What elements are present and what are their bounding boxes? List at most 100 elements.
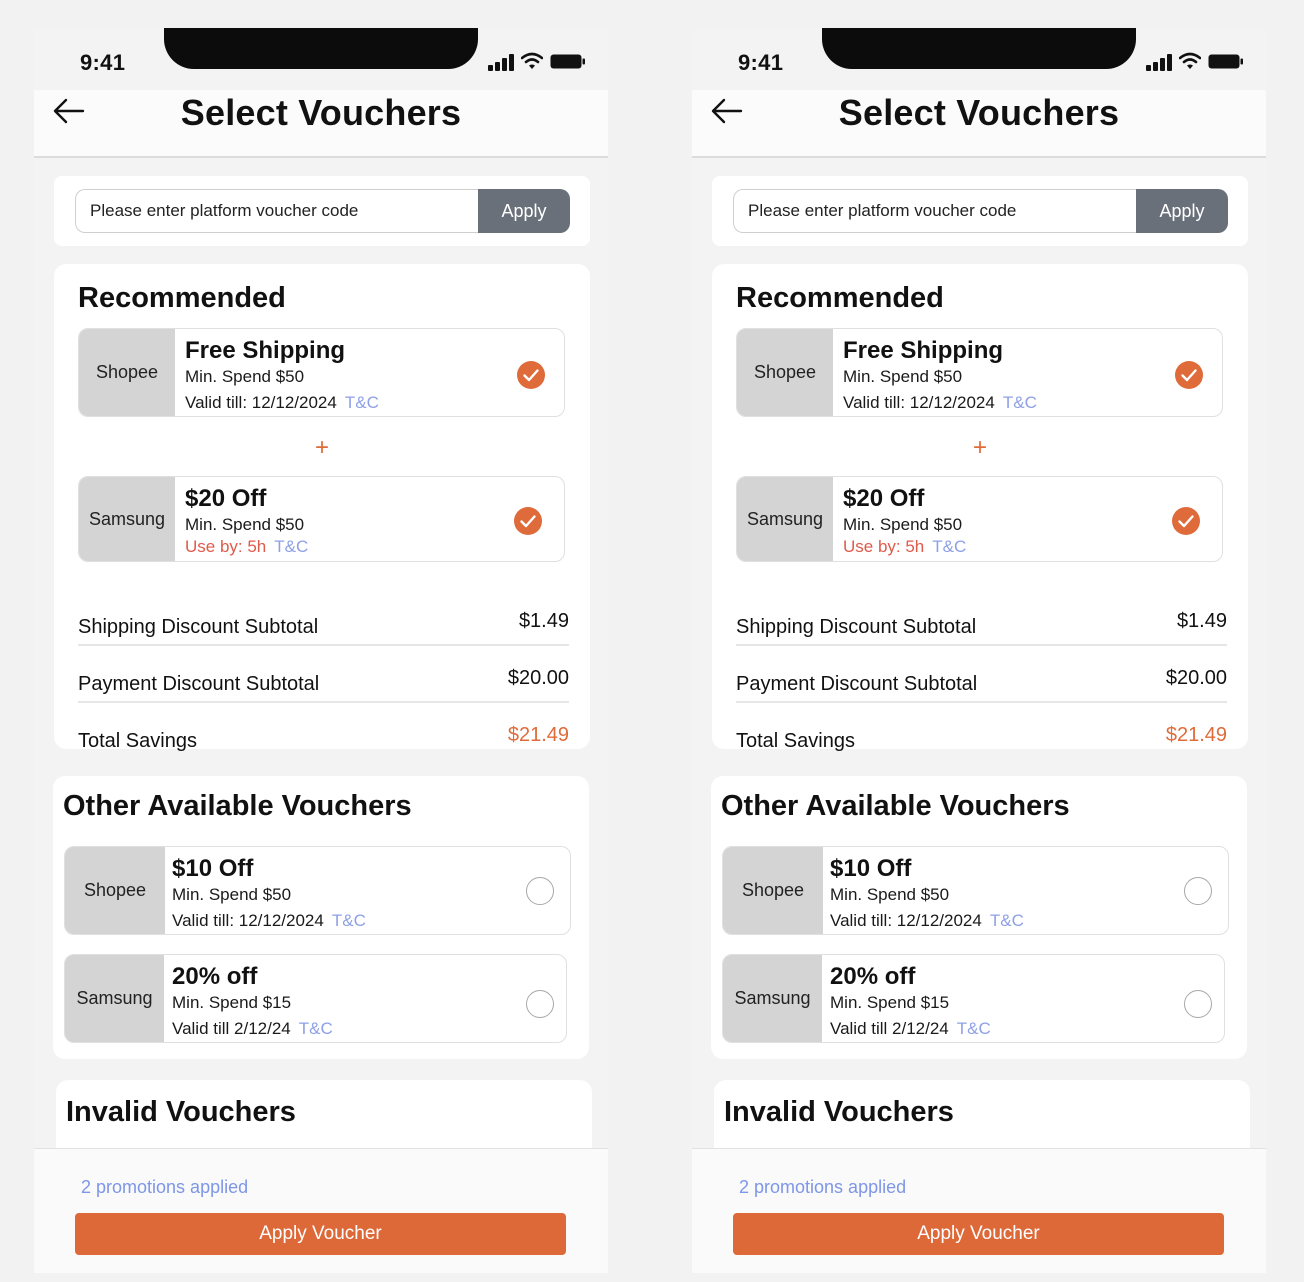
other-vouchers-section: Other Available Vouchers Shopee $10 Off …	[53, 776, 589, 1059]
brand-label: Shopee	[737, 329, 833, 416]
status-time: 9:41	[738, 50, 784, 75]
apply-voucher-button[interactable]: Apply Voucher	[733, 1213, 1224, 1255]
unchecked-radio-icon[interactable]	[1184, 990, 1212, 1018]
voucher-code-input[interactable]	[75, 189, 479, 233]
voucher-card[interactable]: Shopee Free Shipping Min. Spend $50 Vali…	[78, 328, 565, 417]
voucher-card[interactable]: Samsung 20% off Min. Spend $15 Valid til…	[722, 954, 1225, 1043]
voucher-card[interactable]: Samsung $20 Off Min. Spend $50 Use by: 5…	[78, 476, 565, 562]
voucher-title: $10 Off	[830, 855, 912, 882]
voucher-code-card: Apply	[712, 176, 1248, 246]
tc-link[interactable]: T&C	[1003, 393, 1037, 412]
unchecked-radio-icon[interactable]	[526, 877, 554, 905]
checked-icon[interactable]	[517, 361, 545, 389]
unchecked-radio-icon[interactable]	[1184, 877, 1212, 905]
brand-label: Shopee	[79, 329, 175, 416]
other-vouchers-section: Other Available Vouchers Shopee $10 Off …	[711, 776, 1247, 1059]
shipping-subtotal-row: Shipping Discount Subtotal $1.49	[736, 610, 1227, 646]
apply-code-button[interactable]: Apply	[478, 189, 570, 233]
promotions-applied-text: 2 promotions applied	[739, 1177, 907, 1197]
voucher-card[interactable]: Samsung $20 Off Min. Spend $50 Use by: 5…	[736, 476, 1223, 562]
voucher-min-spend: Min. Spend $50	[843, 367, 963, 386]
voucher-code-input[interactable]	[733, 189, 1137, 233]
battery-icon	[550, 54, 585, 69]
checked-icon[interactable]	[1172, 507, 1200, 535]
voucher-card[interactable]: Shopee $10 Off Min. Spend $50 Valid till…	[64, 846, 571, 935]
voucher-min-spend: Min. Spend $15	[172, 993, 292, 1012]
page-title: Select Vouchers	[180, 92, 462, 133]
voucher-title: $10 Off	[172, 855, 254, 882]
summary-value: $20.00	[507, 667, 569, 689]
voucher-min-spend: Min. Spend $15	[830, 993, 950, 1012]
checked-icon[interactable]	[514, 507, 542, 535]
voucher-validity: Valid till: 12/12/2024	[185, 393, 337, 412]
voucher-title: 20% off	[172, 963, 258, 990]
page-header: Select Vouchers	[34, 90, 608, 158]
camera-notch	[822, 28, 1136, 69]
summary-label: Total Savings	[78, 730, 197, 752]
tc-link[interactable]: T&C	[932, 537, 966, 556]
summary-value: $20.00	[1165, 667, 1227, 689]
checked-icon[interactable]	[1175, 361, 1203, 389]
brand-label: Samsung	[65, 955, 164, 1042]
signal-icon	[488, 54, 514, 71]
voucher-validity: Valid till 2/12/24	[830, 1019, 949, 1038]
apply-voucher-button[interactable]: Apply Voucher	[75, 1213, 566, 1255]
brand-label: Shopee	[65, 847, 165, 934]
brand-label: Samsung	[79, 477, 175, 561]
page-title: Select Vouchers	[838, 92, 1120, 133]
plus-separator: +	[314, 434, 329, 461]
tc-link[interactable]: T&C	[345, 393, 379, 412]
summary-value: $1.49	[1176, 610, 1227, 632]
payment-subtotal-row: Payment Discount Subtotal $20.00	[78, 667, 569, 703]
brand-label: Shopee	[723, 847, 823, 934]
voucher-validity: Valid till: 12/12/2024	[830, 911, 982, 930]
voucher-min-spend: Min. Spend $50	[830, 885, 950, 904]
voucher-validity-line: Valid till: 12/12/2024 T&C	[172, 911, 366, 931]
voucher-use-by: Use by: 5h	[185, 537, 267, 556]
camera-notch	[164, 28, 478, 69]
voucher-validity-line: Valid till 2/12/24 T&C	[830, 1019, 991, 1039]
payment-subtotal-row: Payment Discount Subtotal $20.00	[736, 667, 1227, 703]
apply-code-button[interactable]: Apply	[1136, 189, 1228, 233]
summary-value: $1.49	[518, 610, 569, 632]
voucher-card[interactable]: Shopee Free Shipping Min. Spend $50 Vali…	[736, 328, 1223, 417]
summary-label: Shipping Discount Subtotal	[736, 616, 977, 638]
brand-label: Samsung	[737, 477, 833, 561]
brand-label: Samsung	[723, 955, 822, 1042]
voucher-card[interactable]: Samsung 20% off Min. Spend $15 Valid til…	[64, 954, 567, 1043]
phone-screen-left: 9:41 Select Vouchers Apply Recommended	[34, 28, 608, 1273]
total-savings-row: Total Savings $21.49	[736, 724, 1227, 760]
recommended-title: Recommended	[78, 282, 286, 314]
tc-link[interactable]: T&C	[299, 1019, 333, 1038]
tc-link[interactable]: T&C	[990, 911, 1024, 930]
total-savings-row: Total Savings $21.49	[78, 724, 569, 760]
status-bar: 9:41	[692, 28, 1266, 90]
tc-link[interactable]: T&C	[332, 911, 366, 930]
voucher-validity: Valid till: 12/12/2024	[172, 911, 324, 930]
voucher-validity-line: Valid till: 12/12/2024 T&C	[185, 393, 379, 413]
summary-label: Total Savings	[736, 730, 855, 752]
summary-label: Payment Discount Subtotal	[736, 673, 978, 695]
voucher-min-spend: Min. Spend $50	[843, 515, 963, 534]
signal-icon	[1146, 54, 1172, 71]
bottom-bar: 2 promotions applied Apply Voucher	[692, 1148, 1266, 1273]
voucher-use-by: Use by: 5h	[843, 537, 925, 556]
voucher-min-spend: Min. Spend $50	[185, 367, 305, 386]
tc-link[interactable]: T&C	[274, 537, 308, 556]
voucher-validity-line: Valid till: 12/12/2024 T&C	[843, 393, 1037, 413]
wifi-icon	[1179, 52, 1201, 69]
bottom-bar: 2 promotions applied Apply Voucher	[34, 1148, 608, 1273]
recommended-section: Recommended Shopee Free Shipping Min. Sp…	[712, 264, 1248, 752]
voucher-card[interactable]: Shopee $10 Off Min. Spend $50 Valid till…	[722, 846, 1229, 935]
voucher-title: $20 Off	[185, 485, 267, 512]
voucher-min-spend: Min. Spend $50	[172, 885, 292, 904]
shipping-subtotal-row: Shipping Discount Subtotal $1.49	[78, 610, 569, 646]
voucher-validity: Valid till: 12/12/2024	[843, 393, 995, 412]
wifi-icon	[521, 52, 543, 69]
voucher-title: Free Shipping	[843, 337, 1004, 364]
status-bar: 9:41	[34, 28, 608, 90]
voucher-validity: Valid till 2/12/24	[172, 1019, 291, 1038]
tc-link[interactable]: T&C	[957, 1019, 991, 1038]
unchecked-radio-icon[interactable]	[526, 990, 554, 1018]
voucher-title: 20% off	[830, 963, 916, 990]
